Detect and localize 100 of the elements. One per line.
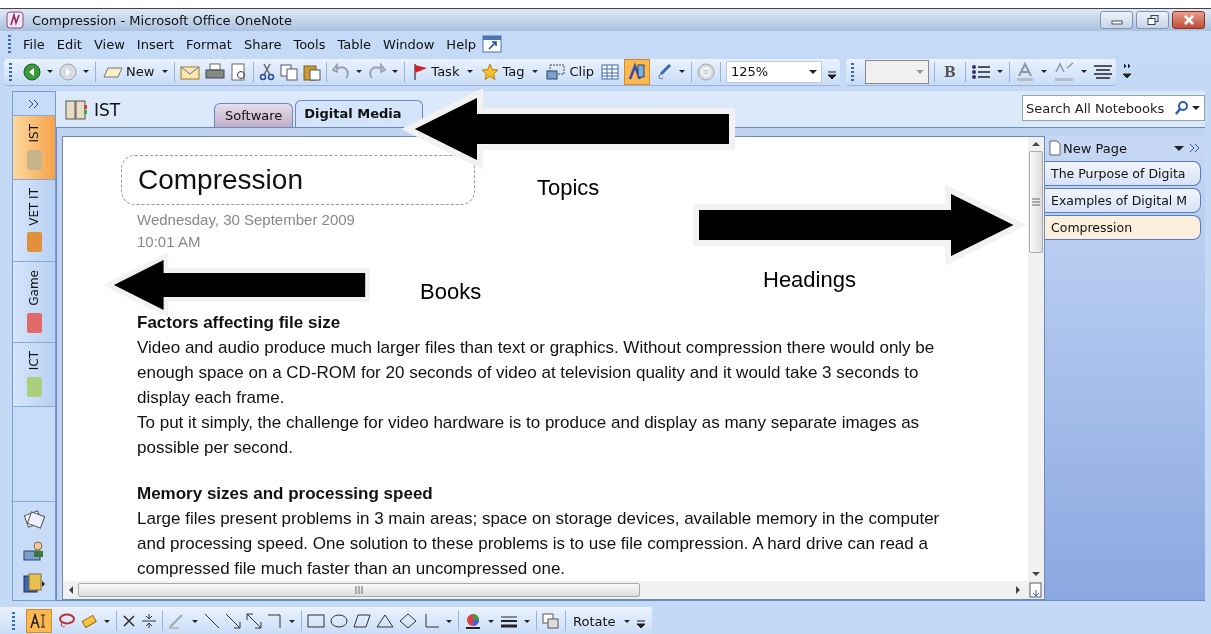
page-tab[interactable]: The Purpose of Digita (1045, 161, 1201, 186)
section-tab[interactable]: Digital Media (295, 100, 423, 127)
type-mode-button[interactable] (624, 58, 650, 85)
triangle-icon[interactable] (376, 613, 394, 629)
restore-icon (1146, 15, 1159, 25)
zoom-field[interactable]: 125% (726, 60, 822, 83)
new-page-button[interactable]: New Page (1049, 140, 1127, 156)
page-time: 10:01 AM (137, 232, 202, 252)
notebook-tab[interactable]: IST (13, 116, 55, 180)
clip-button[interactable]: Clip (544, 61, 596, 82)
paragraph: Video and audio produce much larger files than text or graphics. Without compression there would only be enough space on a CD-ROM for 20 seconds of video at television quality and it would take 3 seconds to display each frame. (137, 337, 936, 409)
caret-icon[interactable] (46, 67, 54, 76)
double-arrow-icon[interactable] (246, 613, 262, 629)
rectangle-icon[interactable] (307, 613, 325, 629)
new-button[interactable]: New (101, 62, 157, 81)
scroll-thumb[interactable] (78, 583, 640, 597)
screen-clipping-icon (546, 63, 567, 80)
pen-icon[interactable] (655, 62, 673, 81)
insert-space-icon[interactable] (141, 613, 157, 629)
page-tab[interactable]: Compression (1045, 215, 1201, 240)
page-date: Wednesday, 30 September 2009 (137, 210, 356, 230)
parallelogram-icon[interactable] (353, 613, 371, 629)
menu-item[interactable]: Edit (50, 33, 88, 55)
notes-stack-icon[interactable] (23, 508, 45, 530)
arrange-icon[interactable] (542, 613, 560, 629)
star-icon (481, 62, 500, 81)
notebook-icon (64, 99, 88, 121)
paragraph: Large files present problems in 3 main areas; space on storage devices, available memory in the computer and processing speed. One solution to these problems is to use file compression. A hard drive can read a compressed file much faster than an uncompressed one. (137, 508, 941, 580)
menu-item[interactable]: Help (440, 33, 482, 55)
chevrons-icon (28, 98, 40, 109)
page-icon (1049, 140, 1061, 156)
section-tab[interactable]: Software (214, 103, 294, 127)
grip-lines-icon (355, 586, 363, 594)
notebook-stack-icon[interactable] (23, 572, 45, 594)
diamond-icon[interactable] (399, 613, 417, 629)
menu-item[interactable]: View (87, 33, 131, 55)
menu-item[interactable]: Table (331, 33, 378, 55)
search-box[interactable]: Search All Notebooks (1022, 95, 1205, 121)
search-icon (1175, 100, 1189, 116)
table-icon[interactable] (601, 63, 619, 80)
menu-item[interactable]: File (17, 33, 51, 55)
page-title: Compression (138, 164, 304, 196)
arrow-line-icon[interactable] (225, 613, 241, 629)
resize-window-icon[interactable] (482, 35, 502, 53)
notebook-tab[interactable]: Game (13, 262, 55, 344)
font-color-icon[interactable] (1014, 61, 1035, 82)
caret-icon[interactable] (391, 67, 400, 76)
align-icon[interactable] (1092, 63, 1113, 80)
back-icon[interactable] (23, 62, 41, 81)
notebook-tab[interactable]: VET IT (13, 179, 55, 263)
delete-icon[interactable] (122, 614, 136, 628)
page-tab[interactable]: Examples of Digital M (1045, 188, 1201, 213)
type-select-tool[interactable] (26, 609, 52, 633)
printer-icon[interactable] (205, 62, 226, 81)
rotate-button[interactable]: Rotate (571, 611, 618, 631)
bullets-icon[interactable] (970, 63, 991, 80)
caret-icon[interactable] (531, 67, 540, 76)
scroll-thumb[interactable] (1029, 151, 1043, 253)
scroll-right-icon (1014, 585, 1022, 595)
app-logo-icon (6, 11, 24, 29)
annotation-label: Books (420, 279, 482, 305)
scissors-icon[interactable] (259, 62, 276, 81)
paste-icon[interactable] (303, 62, 322, 81)
font-field[interactable] (865, 59, 929, 84)
menu-item[interactable]: Share (237, 33, 288, 55)
tag-button[interactable]: Tag (479, 60, 527, 83)
pen-letter-icon (628, 62, 646, 81)
caret-icon[interactable] (161, 67, 170, 76)
notebook-tab[interactable]: ICT (13, 343, 55, 408)
line-thickness-icon[interactable] (500, 613, 518, 629)
caret-icon[interactable] (1173, 143, 1185, 153)
caret-icon[interactable] (466, 67, 475, 76)
caret-icon[interactable] (355, 67, 364, 76)
lasso-icon[interactable] (57, 613, 75, 629)
task-button[interactable]: Task (410, 60, 462, 83)
copy-icon[interactable] (280, 62, 299, 81)
chevrons-icon[interactable] (1189, 143, 1201, 153)
axes-icon[interactable] (267, 613, 283, 629)
menu-item[interactable]: Insert (130, 33, 181, 55)
share-notebook-icon[interactable] (23, 540, 45, 562)
restore-button[interactable] (1136, 11, 1169, 29)
line-icon[interactable] (204, 613, 220, 629)
caret-icon[interactable] (1079, 67, 1088, 76)
graph-axes-icon[interactable] (422, 613, 440, 629)
menu-item[interactable]: Format (180, 33, 238, 55)
color-wheel-icon[interactable] (464, 613, 482, 629)
page-scroll-icon[interactable] (1028, 582, 1044, 598)
caret-icon[interactable] (82, 67, 90, 76)
menu-item[interactable]: Window (377, 33, 441, 55)
window-title: Compression - Microsoft Office OneNote (32, 12, 292, 28)
close-button[interactable] (1172, 11, 1205, 29)
vertical-scrollbar[interactable] (1028, 137, 1044, 581)
caret-icon[interactable] (678, 67, 686, 76)
caret-icon[interactable] (995, 67, 1004, 76)
caret-icon[interactable] (1039, 67, 1048, 76)
caret-icon (809, 69, 817, 74)
menu-item[interactable]: Tools (287, 33, 332, 55)
ellipse-icon[interactable] (330, 613, 348, 629)
section-heading: Factors affecting file size (137, 312, 342, 334)
bold-button[interactable]: B (940, 63, 960, 80)
